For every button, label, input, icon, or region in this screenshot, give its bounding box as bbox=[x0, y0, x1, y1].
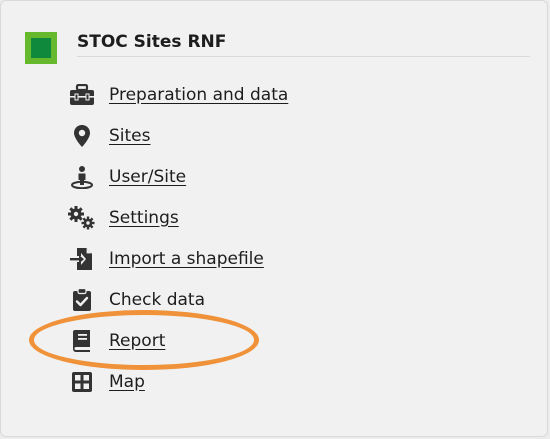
header-divider bbox=[77, 56, 530, 57]
menu-item-label[interactable]: Sites bbox=[109, 126, 151, 146]
panel-header: STOC Sites RNF bbox=[25, 32, 530, 64]
grid-map-icon bbox=[67, 370, 97, 394]
menu-panel: STOC Sites RNF Preparation and data Site… bbox=[0, 0, 548, 437]
menu-item-map[interactable]: Map bbox=[67, 361, 288, 402]
menu-item-sites[interactable]: Sites bbox=[67, 115, 288, 156]
menu-list: Preparation and data Sites User/Site Set… bbox=[67, 74, 288, 402]
toolbox-icon bbox=[67, 83, 97, 107]
clipboard-check-icon bbox=[67, 287, 97, 312]
menu-item-label[interactable]: User/Site bbox=[109, 167, 186, 187]
book-icon bbox=[67, 329, 97, 353]
app-logo bbox=[25, 32, 57, 64]
menu-item-user-site[interactable]: User/Site bbox=[67, 156, 288, 197]
user-location-icon bbox=[67, 165, 97, 189]
menu-item-preparation[interactable]: Preparation and data bbox=[67, 74, 288, 115]
menu-item-report[interactable]: Report bbox=[67, 320, 288, 361]
menu-item-label: Check data bbox=[109, 289, 205, 310]
menu-item-import-shapefile[interactable]: Import a shapefile bbox=[67, 238, 288, 279]
panel-title: STOC Sites RNF bbox=[77, 32, 227, 52]
gears-icon bbox=[67, 205, 97, 230]
menu-item-label[interactable]: Settings bbox=[109, 208, 179, 228]
app-logo-inner bbox=[31, 38, 51, 58]
map-marker-icon bbox=[67, 124, 97, 148]
menu-item-label[interactable]: Import a shapefile bbox=[109, 249, 264, 269]
menu-item-label[interactable]: Report bbox=[109, 331, 165, 351]
file-import-icon bbox=[67, 247, 97, 271]
menu-item-settings[interactable]: Settings bbox=[67, 197, 288, 238]
menu-item-check-data[interactable]: Check data bbox=[67, 279, 288, 320]
menu-item-label[interactable]: Preparation and data bbox=[109, 85, 288, 105]
menu-item-label[interactable]: Map bbox=[109, 372, 145, 392]
